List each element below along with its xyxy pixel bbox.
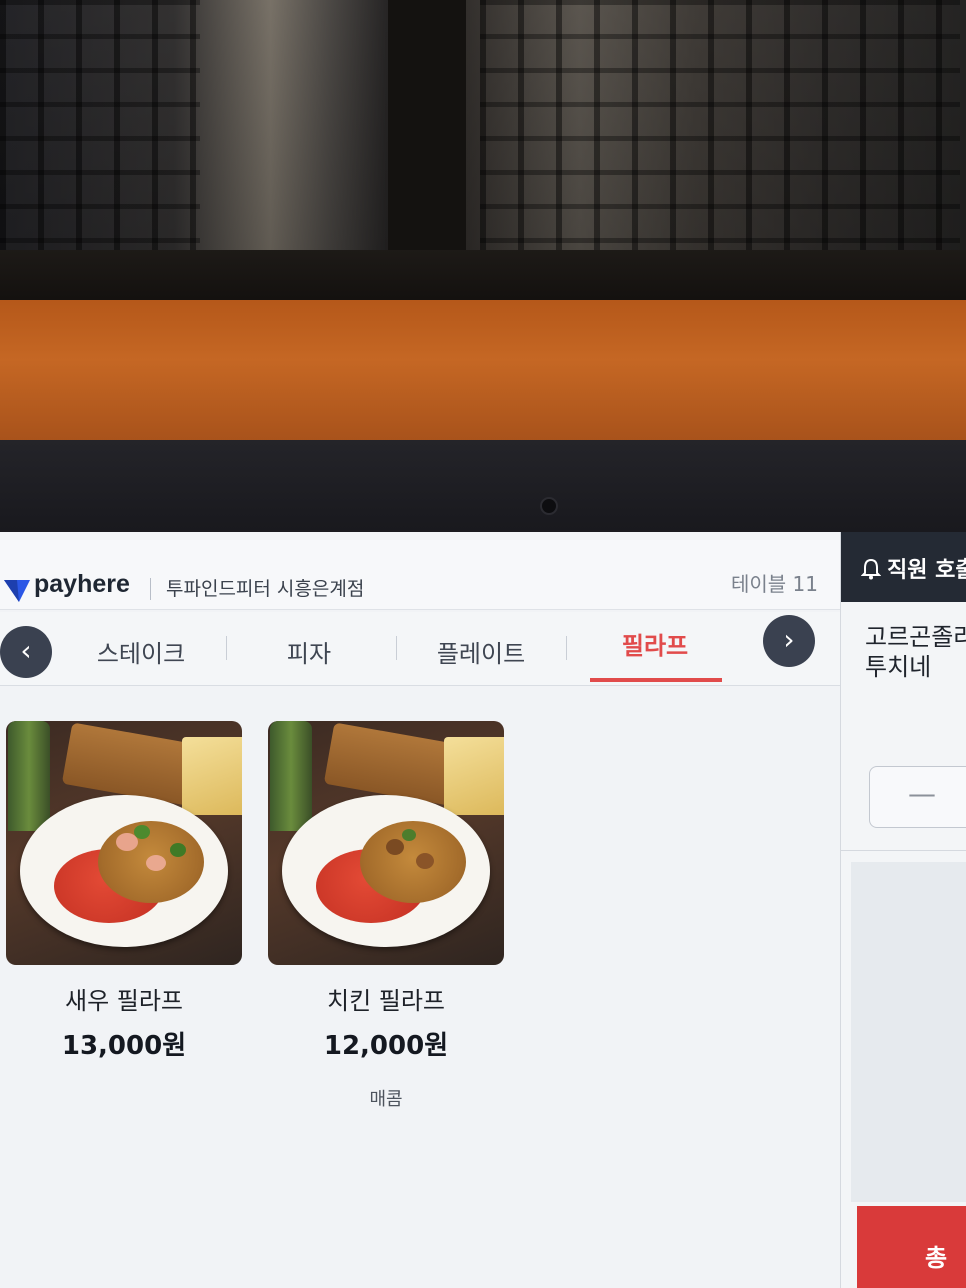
shrimp-topping	[146, 855, 166, 871]
cheese-decor	[182, 737, 242, 815]
side-divider	[841, 850, 966, 851]
chicken-topping	[386, 839, 404, 855]
quantity-stepper[interactable]: —	[869, 766, 966, 828]
building-facade	[480, 0, 960, 250]
tab-steak[interactable]: 스테이크	[56, 634, 226, 669]
tab-plate[interactable]: 플레이트	[396, 634, 566, 669]
bottle-decor	[270, 721, 312, 831]
chicken-topping	[416, 853, 434, 869]
product-price: 13,000원	[61, 1031, 187, 1061]
tabs-prev-button[interactable]: ‹	[0, 626, 52, 678]
product-name: 새우 필라프	[64, 987, 184, 1015]
product-image	[268, 721, 504, 965]
herb-topping	[402, 829, 416, 841]
total-order-button[interactable]: 총	[857, 1206, 966, 1288]
order-side-panel: 직원 호출 고르곤졸라 투치네 — 총	[840, 532, 966, 1288]
spicy-tag: 매콤	[369, 1089, 403, 1110]
app-header: payhere 투파인드피터 시흥은계점 테이블 11	[0, 540, 840, 610]
background-window	[0, 0, 966, 310]
building-facade-left	[0, 0, 200, 250]
tab-separator	[566, 636, 567, 660]
tabs-next-button[interactable]: ›	[763, 615, 815, 667]
table-number: 테이블 11	[730, 572, 818, 596]
chevron-right-icon: ›	[783, 623, 795, 656]
staff-call-button[interactable]: 직원 호출	[841, 532, 966, 602]
cart-list-area	[851, 862, 966, 1202]
minus-icon[interactable]: —	[908, 777, 936, 810]
menu-pane: payhere 투파인드피터 시흥은계점 테이블 11 ‹ 스테이크 피자 플레…	[0, 532, 840, 1288]
tablet-screen: payhere 투파인드피터 시흥은계점 테이블 11 ‹ 스테이크 피자 플레…	[0, 532, 966, 1288]
chevron-left-icon: ‹	[20, 634, 32, 667]
total-label: 총	[925, 1244, 948, 1272]
bell-icon	[861, 558, 881, 580]
cart-item-name: 고르곤졸라 투치네	[865, 623, 966, 681]
staff-call-label: 직원 호출	[887, 558, 966, 583]
product-price: 12,000원	[323, 1031, 449, 1061]
herb-topping	[134, 825, 150, 839]
product-name: 치킨 필라프	[326, 987, 446, 1015]
header-divider	[150, 578, 151, 600]
background-wall	[0, 300, 966, 450]
tab-pilaf[interactable]: 필라프	[570, 626, 740, 661]
product-image	[6, 721, 242, 965]
category-tabs: ‹ 스테이크 피자 플레이트 필라프 ›	[0, 612, 840, 686]
active-tab-indicator	[590, 678, 722, 682]
store-name: 투파인드피터 시흥은계점	[166, 578, 365, 600]
camera-icon	[540, 497, 558, 515]
tab-pizza[interactable]: 피자	[224, 634, 394, 669]
cheese-decor	[444, 737, 504, 815]
herb-topping	[170, 843, 186, 857]
brand-name: payhere	[34, 570, 130, 598]
bottle-decor	[8, 721, 50, 831]
payhere-logo-icon	[4, 580, 30, 602]
